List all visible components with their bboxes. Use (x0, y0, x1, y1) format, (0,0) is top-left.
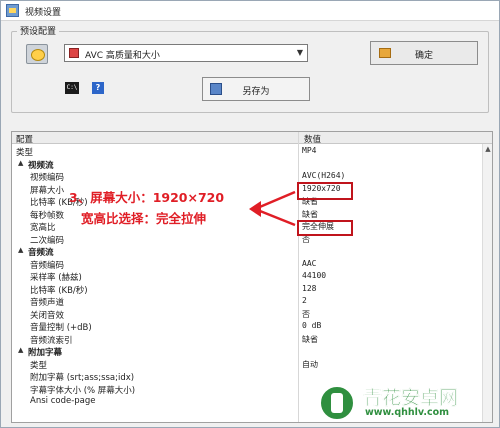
grid-row-value[interactable]: AAC (302, 259, 316, 268)
column-header-config[interactable]: 配置 (16, 133, 33, 145)
annotation-step-aspect: 宽高比选择：完全拉伸 (81, 211, 207, 226)
grid-property-row[interactable]: 附加字幕 (srt;ass;ssa;idx) (12, 370, 492, 383)
grid-row-label: 附加字幕 (srt;ass;ssa;idx) (30, 373, 135, 383)
preset-item-icon (69, 48, 79, 58)
collapse-toggle-icon[interactable]: ▲ (18, 346, 23, 354)
scroll-up-icon[interactable]: ▲ (483, 144, 492, 154)
chevron-down-icon[interactable]: ▼ (297, 48, 303, 57)
grid-row-label: 音频声道 (30, 298, 65, 308)
ok-button-label: 确定 (414, 51, 433, 61)
grid-row-label: 屏幕大小 (30, 185, 65, 196)
grid-row-value[interactable]: 44100 (302, 271, 326, 280)
highlight-box-aspect (297, 220, 353, 236)
grid-row-label: 关闭音效 (30, 310, 65, 321)
grid-row-value[interactable]: 缺省 (302, 334, 318, 345)
grid-property-row[interactable]: 视频编码 AVC(H264) (12, 170, 492, 183)
window-title: 视频设置 (25, 8, 62, 18)
grid-row-value[interactable]: 否 (302, 309, 310, 320)
annotation-arrow-icon (249, 190, 296, 227)
grid-row-label: 每秒帧数 (30, 210, 65, 221)
grid-section-row[interactable]: ▲ 音频流 (12, 245, 492, 258)
video-settings-window: 视频设置 预设配置 AVC 高质量和大小 ▼ 确定 C:\ ? 另存为 配置 数… (0, 0, 500, 428)
grid-row-label: 类型 (16, 148, 34, 158)
grid-row-label: 音频编码 (30, 260, 65, 271)
grid-property-row[interactable]: 音量控制 (+dB) 0 dB (12, 320, 492, 333)
grid-row-label: 类型 (30, 360, 48, 371)
grid-row-label: 宽高比 (30, 223, 56, 233)
save-as-button[interactable]: 另存为 (202, 77, 310, 101)
grid-property-row[interactable]: 关闭音效 否 (12, 308, 492, 321)
title-bar: 视频设置 (1, 1, 499, 21)
grid-row-label: Ansi code-page (30, 396, 96, 406)
grid-property-row[interactable]: 音频编码 AAC (12, 258, 492, 271)
grid-row-label: 字幕字体大小 (% 屏幕大小) (30, 385, 136, 396)
collapse-toggle-icon[interactable]: ▲ (18, 246, 23, 254)
grid-section-row[interactable]: ▲ 附加字幕 (12, 345, 492, 358)
preset-group-label: 预设配置 (17, 24, 60, 37)
grid-property-row[interactable]: 音频流索引 缺省 (12, 333, 492, 346)
app-icon (6, 4, 19, 17)
grid-property-row[interactable]: 类型 MP4 (12, 145, 492, 158)
annotation-step-resolution: 3、屏幕大小：1920×720 (69, 190, 225, 205)
grid-row-label: 视频编码 (30, 173, 65, 183)
grid-row-value[interactable]: MP4 (302, 146, 316, 155)
preset-dropdown[interactable]: AVC 高质量和大小 ▼ (64, 44, 308, 62)
save-as-button-label: 另存为 (242, 87, 270, 97)
site-watermark: 青花安卓网 www.qhhlv.com (319, 383, 497, 423)
watermark-title: 青花安卓网 (363, 387, 459, 409)
grid-property-row[interactable]: 二次编码否 (12, 233, 492, 246)
vertical-scrollbar[interactable]: ▲ (482, 144, 492, 422)
column-header-value[interactable]: 数值 (304, 133, 321, 145)
grid-row-label: 视频流 (28, 160, 54, 171)
grid-row-value[interactable]: 缺省 (302, 209, 318, 220)
grid-header: 配置 数值 (12, 132, 492, 145)
grid-row-value[interactable]: 自动 (302, 359, 318, 370)
grid-property-row[interactable]: 采样率 (赫兹) 44100 (12, 270, 492, 283)
grid-row-value[interactable]: AVC(H264) (302, 171, 345, 180)
grid-row-label: 音量控制 (+dB) (30, 323, 92, 333)
collapse-toggle-icon[interactable]: ▲ (18, 159, 23, 167)
preset-format-icon (26, 44, 48, 64)
ok-button[interactable]: 确定 (370, 41, 478, 65)
grid-row-value[interactable]: 128 (302, 284, 316, 293)
grid-row-value[interactable]: 0 dB (302, 321, 321, 330)
watermark-url: www.qhhlv.com (365, 407, 449, 418)
grid-row-label: 附加字幕 (28, 348, 63, 358)
grid-property-row[interactable]: 类型 自动 (12, 358, 492, 371)
grid-row-label: 音频流 (28, 248, 54, 258)
grid-section-row[interactable]: ▲ 视频流 (12, 158, 492, 171)
grid-property-row[interactable]: 比特率 (KB/秒) 128 (12, 283, 492, 296)
grid-row-label: 音频流索引 (30, 335, 73, 346)
highlight-box-resolution (297, 182, 353, 200)
grid-row-value[interactable]: 2 (302, 296, 307, 305)
settings-property-grid: 配置 数值 类型 MP4 ▲ 视频流 视频编码 AVC(H264) 屏幕大小 1920x720… (11, 131, 493, 423)
grid-row-label: 二次编码 (30, 235, 65, 246)
command-line-icon[interactable]: C:\ (65, 82, 79, 94)
grid-row-label: 采样率 (赫兹) (30, 273, 82, 283)
grid-property-row[interactable]: 音频声道 2 (12, 295, 492, 308)
watermark-logo-icon (319, 385, 355, 421)
help-icon[interactable]: ? (92, 82, 104, 94)
preset-selected-value: AVC 高质量和大小 (85, 51, 160, 61)
grid-row-label: 比特率 (KB/秒) (30, 285, 88, 296)
